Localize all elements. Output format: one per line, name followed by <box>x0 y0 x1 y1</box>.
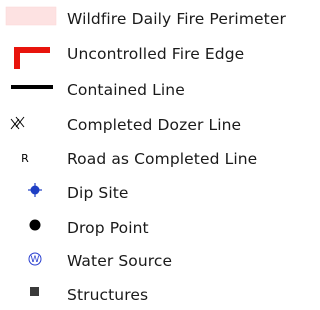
water-source-icon: W <box>0 248 60 276</box>
drop-point-icon <box>0 215 60 243</box>
legend-item-water-source: W Water Source <box>0 248 318 276</box>
contained-line-icon <box>0 77 60 105</box>
legend-label: Structures <box>67 286 149 304</box>
road-line-icon: R <box>0 146 60 174</box>
legend-label: Contained Line <box>67 81 185 99</box>
fire-perimeter-swatch-icon <box>0 6 60 34</box>
legend-item-dip-site: Dip Site <box>0 180 318 208</box>
legend-item-drop-point: Drop Point <box>0 215 318 243</box>
legend-item-uncontrolled-fire-edge: Uncontrolled Fire Edge <box>0 41 318 69</box>
legend-item-dozer-line: Completed Dozer Line <box>0 112 318 140</box>
legend-label: Road as Completed Line <box>67 150 258 168</box>
map-legend: Wildfire Daily Fire Perimeter Uncontroll… <box>0 0 318 305</box>
dip-site-icon <box>0 180 60 208</box>
water-symbol-letter: W <box>31 255 40 265</box>
legend-label: Wildfire Daily Fire Perimeter <box>67 10 286 28</box>
legend-label: Dip Site <box>67 184 129 202</box>
legend-label: Completed Dozer Line <box>67 116 242 134</box>
legend-item-structures: Structures <box>0 282 318 310</box>
legend-item-fire-perimeter: Wildfire Daily Fire Perimeter <box>0 6 318 34</box>
legend-label: Uncontrolled Fire Edge <box>67 45 245 63</box>
legend-item-contained-line: Contained Line <box>0 77 318 105</box>
dozer-line-icon <box>0 112 60 140</box>
legend-item-road-line: R Road as Completed Line <box>0 146 318 174</box>
road-symbol-letter: R <box>21 152 29 165</box>
legend-label: Drop Point <box>67 219 149 237</box>
structure-icon <box>0 282 60 310</box>
legend-label: Water Source <box>67 252 173 270</box>
uncontrolled-fire-edge-icon <box>0 41 60 69</box>
